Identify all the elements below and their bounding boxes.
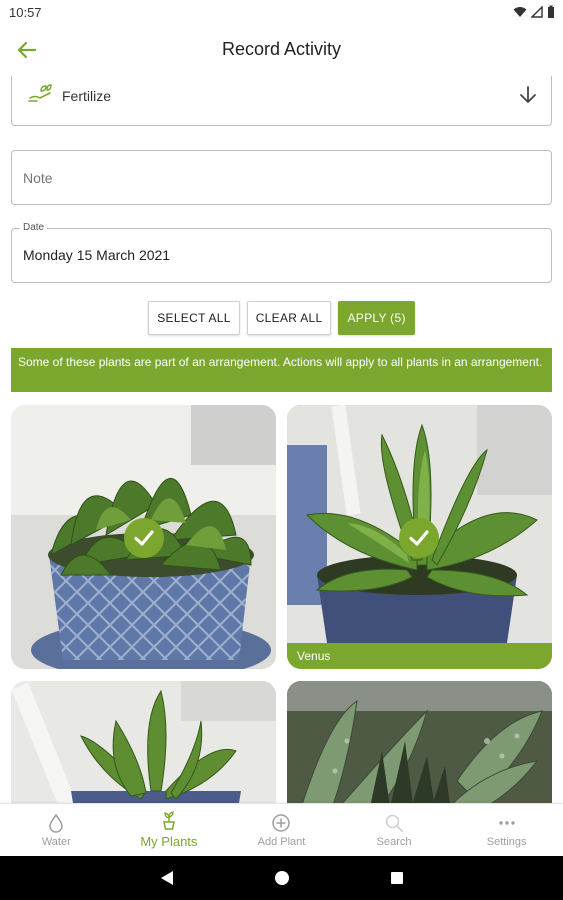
date-field[interactable]: Date Monday 15 March 2021 [11,222,552,283]
plant-photo [11,681,276,803]
note-input[interactable] [23,170,523,186]
home-circle-icon[interactable] [274,870,290,886]
nav-item-label: My Plants [140,834,198,849]
add-circle-icon [272,813,291,832]
note-field[interactable] [11,150,552,205]
system-nav-bar [0,856,563,900]
nav-item-label: Water [41,835,71,848]
battery-icon [548,5,554,18]
recents-square-icon[interactable] [390,871,404,885]
nav-item-add-plant[interactable]: Add Plant [225,804,338,856]
search-icon [385,814,403,832]
record-activity-form[interactable]: Fertilize Date Monday 15 March 2021 SELE… [0,76,563,803]
status-time: 10:57 [9,5,42,20]
nav-item-water[interactable]: Water [0,804,113,856]
arrow-down-icon[interactable] [517,84,539,106]
nav-item-settings[interactable]: Settings [450,804,563,856]
activity-select[interactable]: Fertilize [11,76,552,126]
date-legend: Date [20,222,48,233]
activity-label: Fertilize [62,88,112,104]
plant-card[interactable]: Venus [287,405,552,669]
more-dots-icon [498,820,515,825]
page-title: Record Activity [221,39,342,59]
fertilizer-icon [28,84,52,102]
wifi-icon [513,6,527,17]
arrangement-notice: Some of these plants are part of an arra… [11,348,552,392]
nav-item-search[interactable]: Search [338,804,451,856]
selected-check-icon [399,518,439,558]
water-drop-icon [49,813,64,833]
nav-item-my-plants[interactable]: My Plants [113,804,226,856]
signal-icon [531,5,543,18]
back-triangle-icon[interactable] [160,870,174,886]
plant-card[interactable] [287,681,552,803]
app-bar: Record Activity [0,24,563,76]
date-value[interactable]: Monday 15 March 2021 [23,247,170,263]
nav-item-label: Add Plant [257,835,306,848]
selection-actions: SELECT ALL CLEAR ALL APPLY (5) [0,301,563,335]
bottom-nav: Water My Plants Add Plant Search Setting… [0,803,563,856]
select-all-button[interactable]: SELECT ALL [148,301,240,335]
status-bar: 10:57 [0,0,563,24]
nav-item-label: Settings [486,835,527,848]
selected-check-icon [124,518,164,558]
nav-item-label: Search [376,835,412,848]
plant-card[interactable] [11,405,276,669]
plant-card[interactable] [11,681,276,803]
status-icons [513,5,555,18]
plant-name: Venus [287,643,552,669]
plant-photo [287,681,552,803]
apply-button[interactable]: APPLY (5) [338,301,415,335]
clear-all-button[interactable]: CLEAR ALL [246,301,332,335]
plant-pot-icon [162,811,175,830]
